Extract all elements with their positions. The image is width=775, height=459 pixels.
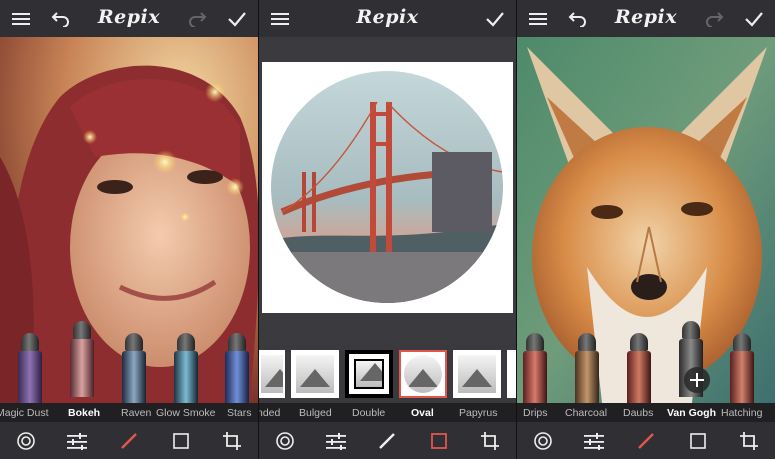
- undo-icon[interactable]: [50, 8, 72, 30]
- label-oval[interactable]: Oval: [411, 407, 434, 419]
- label-stars[interactable]: Stars: [227, 407, 252, 419]
- label-raven[interactable]: Raven: [121, 407, 151, 419]
- brush-icon[interactable]: [635, 430, 657, 452]
- label-van-gogh[interactable]: Van Gogh: [667, 407, 716, 419]
- frame-rounded[interactable]: [259, 350, 285, 398]
- frame-labels: nded Bulged Double Oval Papyrus: [259, 403, 516, 422]
- top-bar: Repix: [517, 0, 775, 37]
- brush-drips[interactable]: [523, 333, 547, 403]
- brush-magic-dust[interactable]: [18, 333, 42, 403]
- menu-icon[interactable]: [10, 8, 32, 30]
- circle-target-icon[interactable]: [15, 430, 37, 452]
- brush-charcoal[interactable]: [575, 333, 599, 403]
- brush-bokeh[interactable]: [70, 321, 94, 397]
- frame-bulged[interactable]: [291, 350, 339, 398]
- circle-target-icon[interactable]: [532, 430, 554, 452]
- bottom-toolbar: [517, 422, 775, 459]
- check-icon[interactable]: [226, 8, 248, 30]
- label-drips[interactable]: Drips: [523, 407, 548, 419]
- app-logo: Repix: [97, 6, 161, 28]
- label-daubs[interactable]: Daubs: [623, 407, 653, 419]
- brush-hatching[interactable]: [730, 333, 754, 403]
- brush-labels: Magic Dust Bokeh Raven Glow Smoke Stars: [0, 403, 258, 422]
- menu-icon[interactable]: [527, 8, 549, 30]
- label-glow-smoke[interactable]: Glow Smoke: [156, 407, 216, 419]
- square-crop-icon[interactable]: [170, 430, 192, 452]
- label-bulged[interactable]: Bulged: [299, 407, 332, 419]
- check-icon[interactable]: [484, 8, 506, 30]
- brush-tray: [517, 321, 775, 403]
- panel-frames: Repix nded Bulged Double Oval Papyrus: [259, 0, 516, 459]
- frame-preview: [262, 62, 513, 313]
- label-charcoal[interactable]: Charcoal: [565, 407, 607, 419]
- sliders-icon[interactable]: [66, 430, 88, 452]
- label-papyrus[interactable]: Papyrus: [459, 407, 498, 419]
- label-double[interactable]: Double: [352, 407, 385, 419]
- frame-papyrus[interactable]: [453, 350, 501, 398]
- brush-raven[interactable]: [122, 333, 146, 403]
- brush-stars[interactable]: [225, 333, 249, 403]
- menu-icon[interactable]: [269, 8, 291, 30]
- top-bar: Repix: [259, 0, 516, 37]
- sliders-icon[interactable]: [583, 430, 605, 452]
- crop-icon[interactable]: [221, 430, 243, 452]
- crop-icon[interactable]: [738, 430, 760, 452]
- brush-glow-smoke[interactable]: [174, 333, 198, 403]
- circle-target-icon[interactable]: [274, 430, 296, 452]
- app-logo: Repix: [356, 6, 419, 28]
- top-bar: Repix: [0, 0, 258, 37]
- label-bokeh[interactable]: Bokeh: [68, 407, 100, 419]
- app-logo: Repix: [614, 6, 678, 28]
- bottom-toolbar: [259, 422, 516, 459]
- check-icon[interactable]: [743, 8, 765, 30]
- brush-icon[interactable]: [118, 430, 140, 452]
- frame-partial[interactable]: [507, 350, 516, 398]
- bottom-toolbar: [0, 422, 258, 459]
- frame-double[interactable]: [345, 350, 393, 398]
- panel-van-gogh: Repix Drips Charcoal Daubs Van Gogh Hatc…: [517, 0, 775, 459]
- brush-icon[interactable]: [376, 430, 398, 452]
- add-icon[interactable]: [684, 367, 710, 393]
- sliders-icon[interactable]: [325, 430, 347, 452]
- square-crop-icon[interactable]: [687, 430, 709, 452]
- label-magic-dust[interactable]: Magic Dust: [0, 407, 49, 419]
- undo-icon[interactable]: [567, 8, 589, 30]
- label-rounded[interactable]: nded: [259, 407, 280, 419]
- redo-icon[interactable]: [186, 8, 208, 30]
- brush-labels: Drips Charcoal Daubs Van Gogh Hatching: [517, 403, 775, 422]
- label-hatching[interactable]: Hatching: [721, 407, 762, 419]
- crop-icon[interactable]: [479, 430, 501, 452]
- square-crop-icon[interactable]: [428, 430, 450, 452]
- brush-daubs[interactable]: [627, 333, 651, 403]
- brush-tray: [0, 321, 258, 403]
- frame-tray: [259, 345, 516, 403]
- panel-bokeh: Repix Magic Dust Bokeh Raven Glow Smoke …: [0, 0, 258, 459]
- frame-oval[interactable]: [399, 350, 447, 398]
- redo-icon[interactable]: [703, 8, 725, 30]
